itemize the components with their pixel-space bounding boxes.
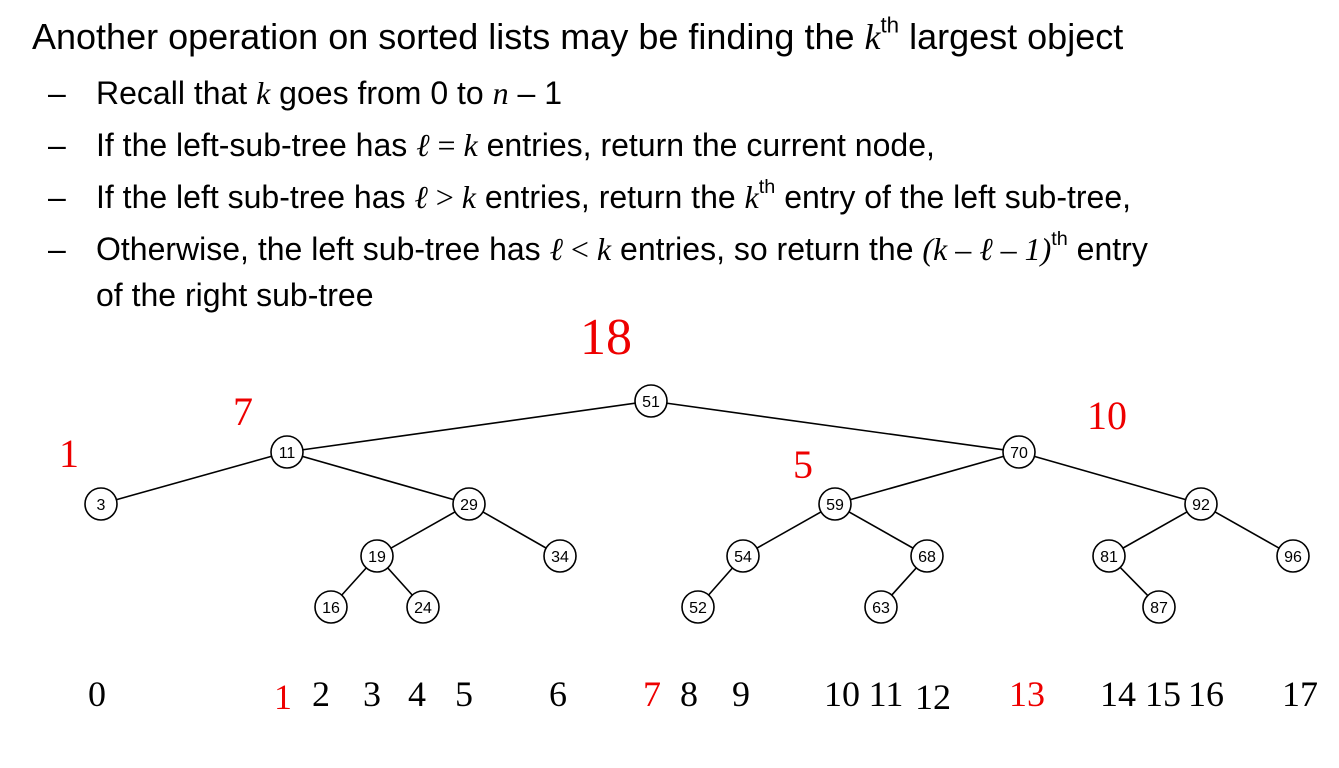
node-key: 92 bbox=[1192, 497, 1210, 514]
tree-node: 68 bbox=[910, 539, 944, 573]
index-label: 12 bbox=[915, 677, 951, 717]
tree-edge bbox=[1018, 451, 1202, 505]
node-key: 96 bbox=[1284, 549, 1302, 566]
subtree-count-label: 7 bbox=[233, 389, 253, 434]
index-label: 16 bbox=[1188, 674, 1224, 714]
subtree-count-label: 10 bbox=[1087, 393, 1127, 438]
node-key: 63 bbox=[872, 600, 890, 617]
node-key: 24 bbox=[414, 600, 432, 617]
node-key: 19 bbox=[368, 549, 386, 566]
index-label: 5 bbox=[455, 674, 473, 714]
subtree-counts: 18 7 10 1 5 bbox=[59, 309, 1127, 487]
node-key: 16 bbox=[322, 600, 340, 617]
index-label: 1 bbox=[274, 677, 292, 717]
index-label: 9 bbox=[732, 674, 750, 714]
index-label: 11 bbox=[869, 674, 904, 714]
node-key: 54 bbox=[734, 549, 752, 566]
tree-node: 70 bbox=[1002, 435, 1036, 469]
index-label: 17 bbox=[1282, 674, 1318, 714]
tree-node: 87 bbox=[1142, 590, 1176, 624]
node-key: 51 bbox=[642, 394, 660, 411]
node-key: 68 bbox=[918, 549, 936, 566]
tree-node: 96 bbox=[1276, 539, 1310, 573]
node-key: 29 bbox=[460, 497, 478, 514]
node-key: 70 bbox=[1010, 445, 1028, 462]
tree-node: 54 bbox=[726, 539, 760, 573]
node-key: 3 bbox=[97, 497, 106, 514]
tree-edge bbox=[286, 400, 652, 453]
tree-edge bbox=[100, 451, 288, 505]
index-label: 4 bbox=[408, 674, 426, 714]
tree-node: 52 bbox=[681, 590, 715, 624]
node-key: 59 bbox=[826, 497, 844, 514]
tree-node: 3 bbox=[84, 487, 118, 521]
tree-edge bbox=[650, 400, 1020, 453]
tree-node: 81 bbox=[1092, 539, 1126, 573]
tree-node: 24 bbox=[406, 590, 440, 624]
tree-node: 51 bbox=[634, 384, 668, 418]
tree-edge bbox=[834, 451, 1020, 505]
tree-node: 92 bbox=[1184, 487, 1218, 521]
binary-search-tree: 5111 703 29 59 9219 34 54 68 81 9616 24 52 63 87 187 1… bbox=[59, 309, 1318, 717]
inorder-indices: 0 1 2 3 4 5 6 7 8 9 10 11 12 13 14 15 16 17 bbox=[88, 674, 1318, 717]
index-label: 3 bbox=[363, 674, 381, 714]
index-label: 14 bbox=[1100, 674, 1136, 714]
tree-node: 19 bbox=[360, 539, 394, 573]
node-key: 81 bbox=[1100, 549, 1118, 566]
tree-node: 16 bbox=[314, 590, 348, 624]
tree-node: 59 bbox=[818, 487, 852, 521]
index-label: 15 bbox=[1145, 674, 1181, 714]
tree-node: 11 bbox=[270, 435, 304, 469]
index-label: 7 bbox=[643, 674, 661, 714]
tree-node: 34 bbox=[543, 539, 577, 573]
index-label: 0 bbox=[88, 674, 106, 714]
tree-node: 63 bbox=[864, 590, 898, 624]
node-key: 52 bbox=[689, 600, 707, 617]
index-label: 2 bbox=[312, 674, 330, 714]
node-key: 87 bbox=[1150, 600, 1168, 617]
node-key: 34 bbox=[551, 549, 569, 566]
tree-node: 29 bbox=[452, 487, 486, 521]
index-label: 8 bbox=[680, 674, 698, 714]
subtree-count-label: 5 bbox=[793, 442, 813, 487]
index-label: 6 bbox=[549, 674, 567, 714]
subtree-count-label: 1 bbox=[59, 431, 79, 476]
slide: Another operation on sorted lists may be… bbox=[0, 0, 1339, 768]
subtree-count-label: 18 bbox=[580, 309, 632, 366]
node-key: 11 bbox=[279, 445, 296, 462]
index-label: 10 bbox=[824, 674, 860, 714]
tree-edge bbox=[286, 451, 470, 505]
index-label: 13 bbox=[1009, 674, 1045, 714]
